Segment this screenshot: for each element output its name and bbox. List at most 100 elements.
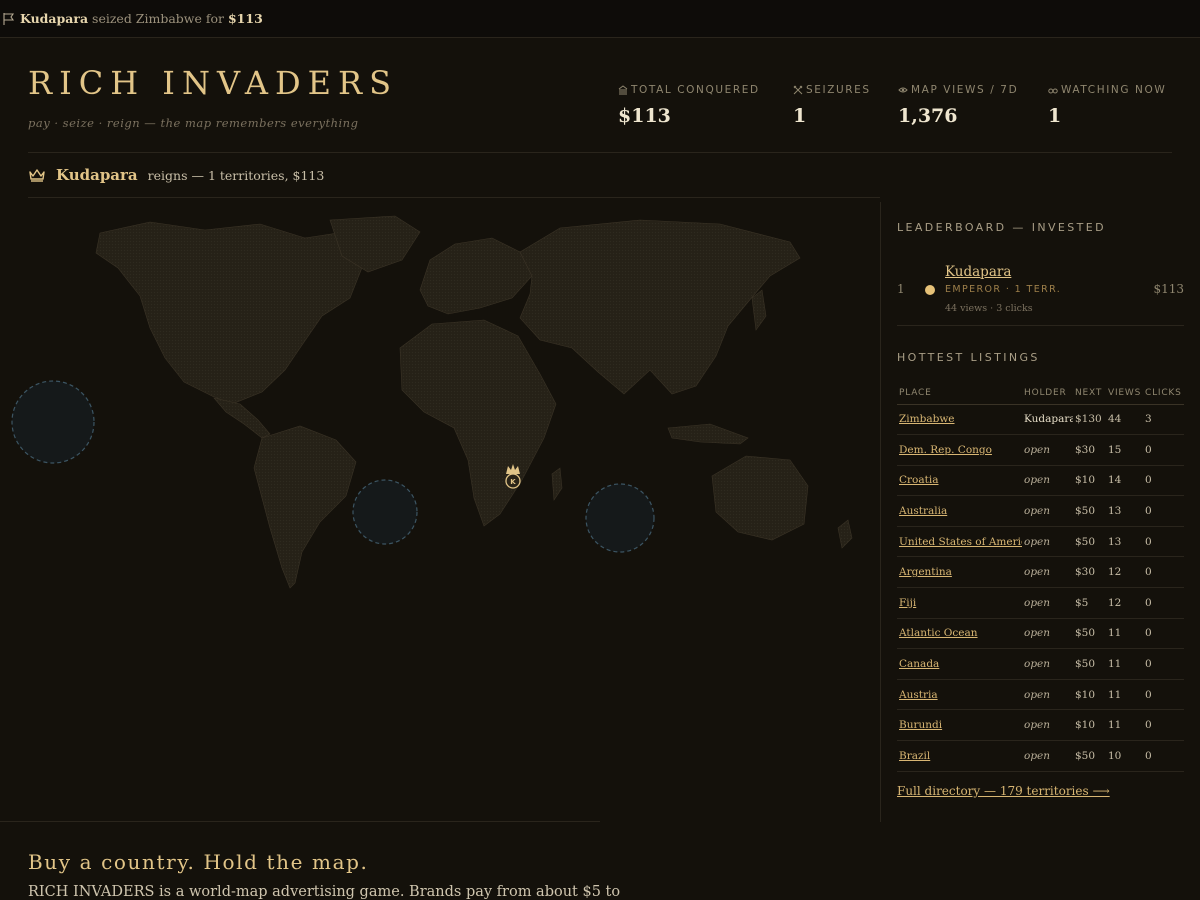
- pitch-heading: Buy a country. Hold the map.: [28, 850, 369, 874]
- next-price-cell: $50: [1073, 618, 1106, 650]
- place-link[interactable]: United States of America: [897, 526, 1022, 558]
- table-row[interactable]: Canada open $50 11 0: [897, 648, 1184, 680]
- next-price-cell: $5: [1073, 587, 1106, 619]
- place-link[interactable]: Brazil: [897, 740, 1022, 772]
- views-cell: 13: [1106, 526, 1143, 558]
- place-link[interactable]: Atlantic Ocean: [897, 618, 1022, 650]
- listings-heading: HOTTEST LISTINGS: [897, 351, 1040, 364]
- views-cell: 13: [1106, 495, 1143, 527]
- table-row[interactable]: Australia open $50 13 0: [897, 495, 1184, 527]
- binoculars-icon: [1048, 88, 1058, 94]
- table-row[interactable]: Dem. Rep. Congo open $30 15 0: [897, 434, 1184, 466]
- place-link[interactable]: Australia: [897, 495, 1022, 527]
- ticker-action: seized Zimbabwe for: [92, 11, 224, 26]
- bank-icon: [618, 85, 628, 95]
- clicks-cell: 0: [1143, 709, 1184, 742]
- ocean-zone-pacific[interactable]: [11, 380, 95, 464]
- reign-banner: Kudapara reigns — 1 territories, $113: [28, 164, 324, 186]
- stat-value: 1: [1048, 105, 1062, 127]
- clicks-cell: 0: [1143, 434, 1184, 466]
- clicks-cell: 0: [1143, 526, 1184, 558]
- next-price-cell: $130: [1073, 404, 1106, 436]
- world-map-canvas[interactable]: K: [0, 198, 880, 818]
- place-link[interactable]: Zimbabwe: [897, 404, 1022, 436]
- table-row[interactable]: Argentina open $30 12 0: [897, 556, 1184, 589]
- table-row[interactable]: Atlantic Ocean open $50 11 0: [897, 618, 1184, 650]
- holder-cell: Kudapara: [1022, 404, 1073, 436]
- holder-cell: open: [1022, 618, 1073, 650]
- table-row[interactable]: Fiji open $5 12 0: [897, 587, 1184, 619]
- marker-initial: K: [510, 478, 516, 486]
- table-row[interactable]: Austria open $10 11 0: [897, 679, 1184, 711]
- indonesia[interactable]: [667, 423, 749, 445]
- madagascar[interactable]: [551, 467, 563, 501]
- place-link[interactable]: Fiji: [897, 587, 1022, 619]
- leaderboard-heading: LEADERBOARD — INVESTED: [897, 221, 1106, 234]
- stat-map-views: MAP VIEWS / 7D 1,376: [898, 84, 1018, 127]
- place-link[interactable]: Croatia: [897, 465, 1022, 497]
- clicks-cell: 0: [1143, 556, 1184, 589]
- stat-label: TOTAL CONQUERED: [631, 84, 760, 96]
- territory-marker-zimbabwe[interactable]: K: [505, 464, 521, 489]
- ocean-zone-indian[interactable]: [585, 483, 655, 553]
- table-row[interactable]: Burundi open $10 11 0: [897, 709, 1184, 742]
- views-cell: 12: [1106, 587, 1143, 619]
- next-price-cell: $50: [1073, 495, 1106, 527]
- stat-value: $113: [618, 105, 671, 127]
- ticker-amount: $113: [227, 11, 263, 26]
- stat-label: SEIZURES: [806, 84, 871, 96]
- column-header[interactable]: VIEWS: [1106, 382, 1143, 405]
- pitch-body: RICH INVADERS is a world-map advertising…: [28, 884, 621, 900]
- eye-icon: [898, 87, 908, 93]
- views-cell: 11: [1106, 648, 1143, 680]
- leaderboard-entry[interactable]: 1 Kudapara EMPEROR · 1 TERR. 44 views · …: [897, 262, 1184, 326]
- full-directory-link[interactable]: Full directory — 179 territories ⟶: [897, 784, 1110, 798]
- clicks-cell: 0: [1143, 587, 1184, 619]
- table-row[interactable]: Zimbabwe Kudapara $130 44 3: [897, 404, 1184, 436]
- europe[interactable]: [419, 237, 533, 315]
- place-link[interactable]: Burundi: [897, 709, 1022, 742]
- clicks-cell: 3: [1143, 404, 1184, 436]
- holder-cell: open: [1022, 648, 1073, 680]
- central-america[interactable]: [213, 397, 271, 439]
- stat-watching-now: WATCHING NOW 1: [1048, 84, 1166, 127]
- listings-body: Zimbabwe Kudapara $130 44 3 Dem. Rep. Congo op…: [897, 404, 1184, 772]
- place-link[interactable]: Dem. Rep. Congo: [897, 434, 1022, 466]
- new-zealand[interactable]: [837, 519, 853, 549]
- column-header[interactable]: NEXT: [1073, 382, 1106, 405]
- africa[interactable]: [399, 319, 557, 527]
- views-cell: 10: [1106, 740, 1143, 772]
- views-cell: 14: [1106, 465, 1143, 497]
- ocean-zone-atlantic[interactable]: [352, 479, 418, 545]
- leaderboard-amount: $113: [1153, 282, 1184, 296]
- clicks-cell: 0: [1143, 679, 1184, 711]
- column-header[interactable]: PLACE: [897, 382, 1022, 405]
- stat-total-conquered: TOTAL CONQUERED $113: [618, 84, 760, 127]
- column-header[interactable]: CLICKS: [1143, 382, 1184, 405]
- next-price-cell: $50: [1073, 648, 1106, 680]
- holder-cell: open: [1022, 740, 1073, 772]
- table-row[interactable]: Croatia open $10 14 0: [897, 465, 1184, 497]
- holder-cell: open: [1022, 679, 1073, 711]
- place-link[interactable]: Austria: [897, 679, 1022, 711]
- clicks-cell: 0: [1143, 495, 1184, 527]
- reign-summary: reigns — 1 territories, $113: [147, 167, 325, 183]
- reign-holder[interactable]: Kudapara: [56, 166, 138, 184]
- table-row[interactable]: United States of America open $50 13 0: [897, 526, 1184, 558]
- south-america[interactable]: [253, 425, 357, 589]
- leaderboard-player-link[interactable]: Kudapara: [945, 264, 1011, 280]
- japan[interactable]: [751, 289, 767, 331]
- column-header[interactable]: HOLDER: [1022, 382, 1073, 405]
- place-link[interactable]: Canada: [897, 648, 1022, 680]
- table-row[interactable]: Brazil open $50 10 0: [897, 740, 1184, 772]
- brand-title[interactable]: RICH INVADERS: [28, 64, 398, 102]
- clicks-cell: 0: [1143, 465, 1184, 497]
- north-america[interactable]: [95, 221, 366, 405]
- next-price-cell: $50: [1073, 740, 1106, 772]
- views-cell: 44: [1106, 404, 1143, 436]
- australia[interactable]: [711, 455, 809, 541]
- stat-label: WATCHING NOW: [1061, 84, 1167, 96]
- ticker-player[interactable]: Kudapara: [20, 11, 88, 26]
- place-link[interactable]: Argentina: [897, 556, 1022, 589]
- world-map[interactable]: K: [0, 198, 880, 818]
